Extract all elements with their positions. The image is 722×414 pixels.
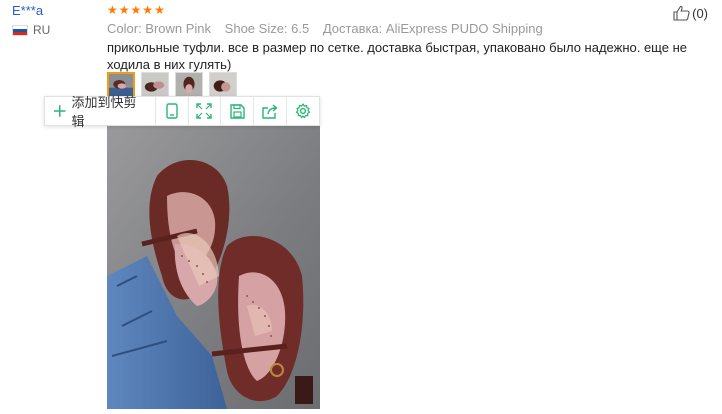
save-button[interactable] <box>221 97 255 125</box>
star-icon: ★ <box>154 3 165 17</box>
reviewer-name[interactable]: E***a <box>12 3 43 18</box>
helpful-count: (0) <box>692 5 708 21</box>
reviewer-country: RU <box>12 23 50 37</box>
save-icon <box>230 103 245 119</box>
order-info: Color: Brown Pink Shoe Size: 6.5 Доставк… <box>107 21 553 36</box>
shipping-info: Доставка: AliExpress PUDO Shipping <box>322 21 543 36</box>
star-icon: ★ <box>107 3 118 17</box>
settings-icon <box>295 103 311 119</box>
color-info: Color: Brown Pink <box>107 21 212 36</box>
settings-button[interactable] <box>287 97 319 125</box>
share-button[interactable] <box>254 97 288 125</box>
review-photo[interactable] <box>107 126 320 409</box>
country-code: RU <box>33 23 51 37</box>
star-icon: ★ <box>142 3 154 17</box>
rating-stars: ★ ★ ★ ★ ★ <box>107 4 165 16</box>
add-to-clip-button[interactable]: 添加到快剪辑 <box>45 95 156 129</box>
plus-icon <box>53 105 66 117</box>
expand-icon <box>196 103 213 119</box>
size-info: Shoe Size: 6.5 <box>224 21 310 36</box>
helpful-button[interactable]: (0) <box>673 5 708 21</box>
share-icon <box>262 103 278 119</box>
phone-button[interactable] <box>156 97 189 125</box>
clip-toolbar: 添加到快剪辑 <box>44 95 320 129</box>
russia-flag-icon <box>12 24 28 36</box>
thumbs-up-icon <box>673 5 690 21</box>
star-icon: ★ <box>130 3 142 17</box>
add-to-clip-label: 添加到快剪辑 <box>71 95 137 129</box>
review-text: прикольные туфли. все в размер по сетке.… <box>107 40 687 72</box>
phone-icon <box>165 103 178 119</box>
star-icon: ★ <box>118 3 130 17</box>
expand-button[interactable] <box>189 97 222 125</box>
